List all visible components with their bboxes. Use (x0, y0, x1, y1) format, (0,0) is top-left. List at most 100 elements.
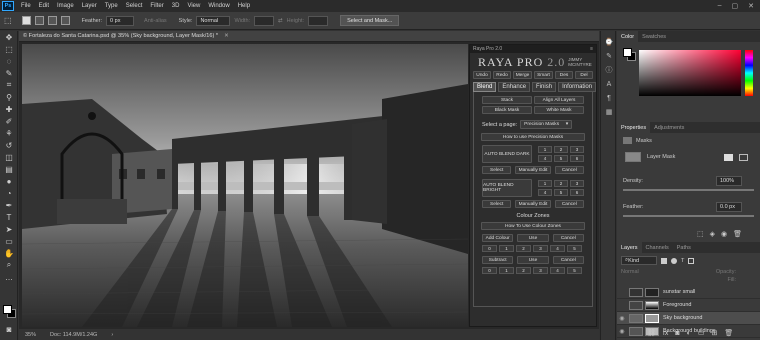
bright-2-button[interactable]: 2 (554, 180, 568, 187)
dark-1-button[interactable]: 1 (538, 146, 552, 153)
sub-zone-3-button[interactable]: 3 (533, 267, 548, 274)
width-input[interactable] (254, 15, 275, 26)
undo-button[interactable]: Undo (473, 71, 491, 79)
bright-1-button[interactable]: 1 (538, 180, 552, 187)
new-selection-icon[interactable] (21, 16, 31, 25)
toggle-mask-icon[interactable]: ◉ (721, 230, 727, 238)
feather-slider[interactable] (623, 215, 754, 217)
path-select-icon[interactable]: ➤ (0, 223, 18, 235)
add-selection-icon[interactable] (34, 16, 44, 25)
visibility-icon[interactable]: ◉ (617, 315, 627, 322)
layer-mask-thumb[interactable] (645, 287, 659, 297)
add-zone-3-button[interactable]: 3 (533, 245, 548, 252)
dark-select-button[interactable]: Select (482, 166, 512, 174)
tab-adjustments[interactable]: Adjustments (650, 122, 688, 133)
align-all-layers-button[interactable]: Align All Layers (534, 96, 584, 104)
foreground-color-swatch[interactable] (3, 305, 12, 314)
select-and-mask-button[interactable]: Select and Mask... (340, 15, 400, 26)
layer-mask-thumb[interactable] (645, 313, 659, 323)
pen-tool-icon[interactable]: ✒ (0, 199, 18, 211)
menu-image[interactable]: Image (53, 3, 78, 9)
subtract-use-button[interactable]: Use (517, 256, 549, 264)
tab-finish[interactable]: Finish (532, 82, 557, 92)
apply-mask-icon[interactable]: ◈ (710, 230, 715, 238)
layer-mask-thumb[interactable] (645, 300, 659, 310)
menu-help[interactable]: Help (234, 3, 254, 9)
healing-tool-icon[interactable]: ✚ (0, 103, 18, 115)
gradient-tool-icon[interactable]: ▤ (0, 163, 18, 175)
layer-style-icon[interactable]: fx (663, 330, 668, 337)
menu-layer[interactable]: Layer (78, 3, 101, 9)
menu-edit[interactable]: Edit (35, 3, 53, 9)
status-arrow-icon[interactable]: › (111, 332, 113, 338)
shape-tool-icon[interactable]: ▭ (0, 235, 18, 247)
layer-row-selected[interactable]: ◉ Sky background (617, 312, 760, 325)
load-selection-icon[interactable]: ⬚ (697, 230, 704, 238)
blend-mode-select[interactable]: Normal (621, 269, 661, 275)
density-input[interactable]: 100% (716, 176, 742, 186)
eraser-tool-icon[interactable]: ◫ (0, 151, 18, 163)
tab-enhance[interactable]: Enhance (498, 82, 531, 92)
sub-zone-2-button[interactable]: 2 (516, 267, 531, 274)
dark-4-button[interactable]: 4 (538, 155, 552, 162)
dark-5-button[interactable]: 5 (554, 155, 568, 162)
add-cancel-button[interactable]: Cancel (552, 234, 584, 242)
menu-type[interactable]: Type (101, 3, 122, 9)
sub-zone-1-button[interactable]: 1 (499, 267, 514, 274)
adjustment-layer-icon[interactable]: ◐ (687, 330, 691, 337)
move-tool-icon[interactable]: ✥ (0, 31, 18, 43)
zoom-level[interactable]: 35% (25, 332, 36, 338)
white-mask-button[interactable]: White Mask (534, 106, 584, 114)
bright-5-button[interactable]: 5 (554, 189, 568, 196)
zoom-tool-icon[interactable]: ⌕ (0, 259, 18, 271)
new-layer-icon[interactable]: ⊞ (711, 329, 717, 337)
marquee-tool-icon[interactable]: ⬚ (0, 43, 18, 55)
eyedropper-tool-icon[interactable]: ⚲ (0, 91, 18, 103)
feather-input[interactable]: 0.0 px (716, 202, 742, 212)
density-slider[interactable] (623, 189, 754, 191)
link-layers-icon[interactable]: ⛓ (647, 329, 656, 337)
filter-type-icon[interactable]: T (681, 258, 684, 264)
tab-channels[interactable]: Channels (642, 242, 673, 253)
brush-settings-icon[interactable]: ✎ (601, 49, 617, 63)
menu-filter[interactable]: Filter (146, 3, 167, 9)
dark-6-button[interactable]: 6 (570, 155, 584, 162)
close-tab-icon[interactable]: ✕ (224, 33, 229, 39)
menu-file[interactable]: File (17, 3, 35, 9)
auto-blend-dark-button[interactable]: AUTO BLEND DARK (482, 145, 532, 163)
bright-3-button[interactable]: 3 (570, 180, 584, 187)
raya-menu-icon[interactable]: ≡ (590, 46, 596, 52)
vector-mask-icon[interactable] (739, 153, 748, 161)
dark-cancel-button[interactable]: Cancel (554, 166, 584, 174)
sub-zone-4-button[interactable]: 4 (550, 267, 565, 274)
character-icon[interactable]: A (601, 77, 617, 91)
brush-tool-icon[interactable]: ✐ (0, 115, 18, 127)
page-select[interactable]: Precision Masks ▾ (520, 120, 573, 129)
bright-cancel-button[interactable]: Cancel (554, 200, 584, 208)
delete-mask-icon[interactable]: 🗑 (733, 230, 742, 238)
maximize-icon[interactable]: ▢ (732, 2, 739, 10)
blur-tool-icon[interactable]: ● (0, 175, 18, 187)
add-zone-2-button[interactable]: 2 (516, 245, 531, 252)
add-zone-0-button[interactable]: 0 (482, 245, 497, 252)
dark-manually-edit-button[interactable]: Manually Edit (515, 166, 551, 174)
bright-select-button[interactable]: Select (482, 200, 512, 208)
tab-properties[interactable]: Properties (617, 122, 651, 133)
crop-tool-icon[interactable]: ⌗ (0, 79, 18, 91)
document-tab[interactable]: © Fortaleza do Santa Catarina.psd @ 35% … (19, 31, 599, 42)
filter-adjust-icon[interactable] (671, 257, 677, 264)
tab-paths[interactable]: Paths (673, 242, 695, 253)
style-select[interactable]: Normal (196, 15, 231, 26)
quick-mask-icon[interactable]: ◙ (0, 323, 18, 335)
tab-information[interactable]: Information (558, 82, 597, 92)
height-input[interactable] (308, 15, 329, 26)
smart-button[interactable]: Smart (534, 71, 553, 79)
bright-4-button[interactable]: 4 (538, 189, 552, 196)
layer-mask-thumbnail[interactable] (625, 152, 641, 162)
type-tool-icon[interactable]: T (0, 211, 18, 223)
dodge-tool-icon[interactable]: ◔ (0, 187, 18, 199)
how-to-use-colour-zones-button[interactable]: How To Use Colour Zones (481, 222, 585, 230)
add-mask-icon[interactable]: ◙ (675, 330, 679, 337)
feather-input[interactable]: 0 px (106, 15, 135, 26)
tab-color[interactable]: Color (617, 31, 639, 42)
